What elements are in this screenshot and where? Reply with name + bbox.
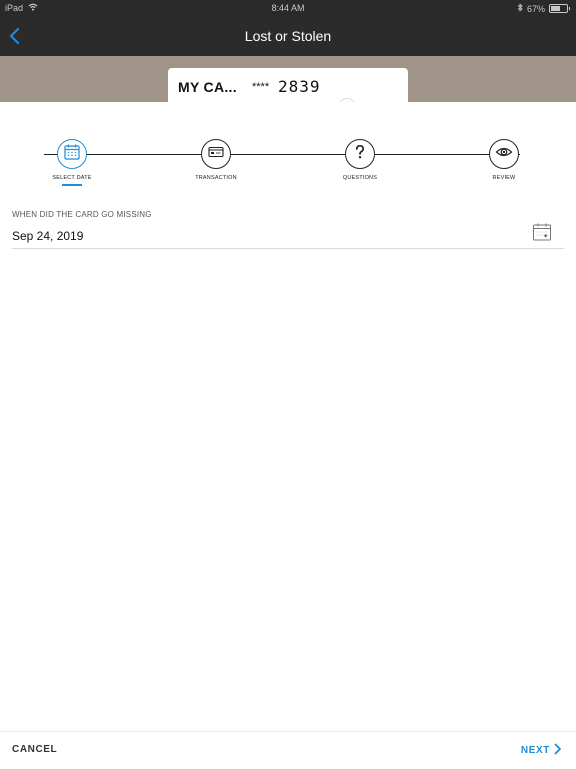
date-input[interactable]: Sep 24, 2019	[12, 229, 83, 243]
battery-fill	[551, 6, 561, 11]
step-label: REVIEW	[492, 175, 516, 181]
question-icon	[351, 143, 369, 166]
step-circle[interactable]	[201, 139, 231, 169]
status-bar: iPad 8:44 AM 67%	[0, 0, 576, 16]
calendar-icon	[532, 223, 552, 246]
step-circle[interactable]	[345, 139, 375, 169]
step-label: SELECT DATE	[52, 175, 92, 181]
battery-icon	[549, 4, 568, 13]
bluetooth-icon	[517, 3, 523, 14]
nav-bar: Lost or Stolen	[0, 16, 576, 56]
missing-date-field: WHEN DID THE CARD GO MISSING Sep 24, 201…	[12, 210, 564, 249]
next-button[interactable]: NEXT	[521, 743, 562, 758]
cancel-button[interactable]: CANCEL	[12, 744, 57, 755]
card-last4: 2839	[278, 77, 321, 96]
next-label: NEXT	[520, 745, 550, 756]
card-preview: MY CA... **** 2839	[168, 68, 408, 102]
field-label: WHEN DID THE CARD GO MISSING	[12, 210, 152, 219]
eye-icon	[495, 143, 513, 166]
step-circle[interactable]	[57, 139, 87, 169]
field-underline	[12, 248, 564, 249]
footer-bar: CANCEL NEXT	[0, 731, 576, 769]
calendar-icon	[63, 143, 81, 166]
page-title: Lost or Stolen	[244, 28, 332, 44]
card-mask: ****	[252, 81, 270, 93]
card-name: MY CA...	[178, 79, 237, 95]
step-transaction[interactable]: TRANSACTION	[166, 139, 266, 181]
step-review[interactable]: REVIEW	[454, 139, 554, 181]
status-time: 8:44 AM	[271, 3, 305, 13]
calendar-picker-button[interactable]	[532, 222, 552, 242]
step-label: TRANSACTION	[195, 175, 237, 181]
battery-percent: 67%	[526, 3, 545, 14]
credit-card-icon	[207, 143, 225, 166]
chevron-right-icon	[554, 743, 562, 758]
progress-stepper: SELECT DATE TRANSACTION QUESTIONS REVIEW	[0, 102, 576, 192]
step-questions[interactable]: QUESTIONS	[310, 139, 410, 181]
battery-tip	[569, 7, 570, 10]
active-step-indicator	[62, 184, 82, 186]
status-right: 67%	[517, 3, 570, 14]
card-banner: MY CA... **** 2839	[0, 56, 576, 102]
step-circle[interactable]	[489, 139, 519, 169]
step-select-date[interactable]: SELECT DATE	[22, 139, 122, 186]
step-label: QUESTIONS	[342, 175, 378, 181]
